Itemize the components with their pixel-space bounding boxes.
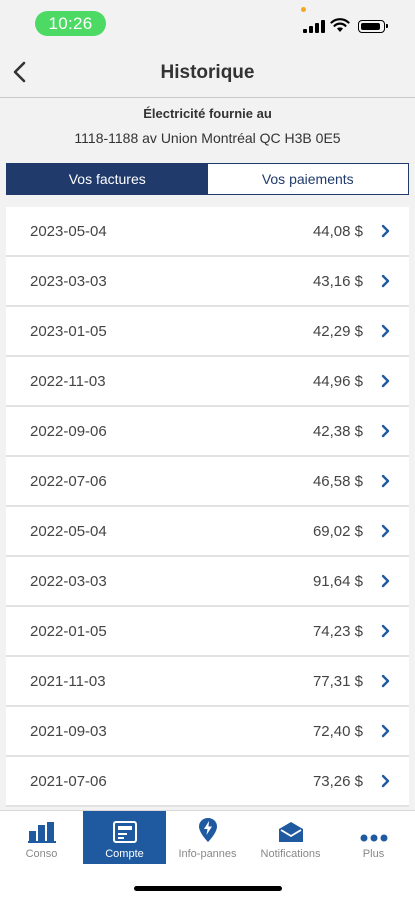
- invoice-amount: 91,64 $: [312, 572, 363, 590]
- invoice-date: 2022-07-06: [30, 472, 107, 490]
- tabbar-conso-label: Conso: [25, 848, 58, 860]
- chevron-right-icon: [381, 523, 391, 539]
- chevron-right-icon: [381, 723, 391, 739]
- privacy-indicator-dot: [301, 7, 306, 12]
- invoice-date: 2022-11-03: [30, 372, 106, 390]
- chevron-right-icon: [381, 223, 391, 239]
- tabbar-compte-label: Compte: [105, 848, 144, 860]
- wifi-icon: [330, 18, 350, 32]
- bottom-tab-bar: Conso Compte Info-pannes Notifications P…: [0, 810, 415, 900]
- invoice-row[interactable]: 2022-09-06 42,38 $: [6, 407, 409, 457]
- outage-pin-icon: [198, 818, 217, 842]
- more-dots-icon: [360, 834, 387, 842]
- service-address: Électricité fournie au 1118-1188 av Unio…: [0, 98, 415, 160]
- invoice-date: 2022-05-04: [30, 522, 107, 540]
- invoice-amount: 77,31 $: [312, 672, 363, 690]
- invoice-row[interactable]: 2022-11-03 44,96 $: [6, 357, 409, 407]
- invoice-date: 2021-09-03: [30, 722, 107, 740]
- envelope-icon: [278, 822, 303, 842]
- service-address-label: Électricité fournie au: [143, 106, 272, 121]
- home-indicator: [134, 886, 282, 891]
- status-time: 10:26: [35, 11, 106, 36]
- battery-icon: [358, 20, 388, 33]
- chevron-right-icon: [381, 373, 391, 389]
- invoice-date: 2022-03-03: [30, 572, 107, 590]
- invoice-row[interactable]: 2022-07-06 46,58 $: [6, 457, 409, 507]
- tabbar-notifications[interactable]: Notifications: [249, 811, 332, 864]
- invoice-row[interactable]: 2023-03-03 43,16 $: [6, 257, 409, 307]
- chevron-right-icon: [381, 623, 391, 639]
- chevron-right-icon: [381, 773, 391, 789]
- chevron-right-icon: [381, 323, 391, 339]
- invoice-amount: 42,38 $: [312, 422, 363, 440]
- bar-chart-icon: [27, 822, 56, 843]
- invoice-amount: 72,40 $: [312, 722, 363, 740]
- chevron-right-icon: [381, 473, 391, 489]
- navigation-bar: Historique: [0, 46, 415, 98]
- invoice-row[interactable]: 2023-01-05 42,29 $: [6, 307, 409, 357]
- chevron-right-icon: [381, 573, 391, 589]
- tab-vos-paiements[interactable]: Vos paiements: [207, 164, 408, 194]
- service-address-value: 1118-1188 av Union Montréal QC H3B 0E5: [74, 130, 341, 146]
- invoice-row[interactable]: 2022-05-04 69,02 $: [6, 507, 409, 557]
- invoice-date: 2023-05-04: [30, 222, 107, 240]
- tabbar-plus-label: Plus: [362, 848, 385, 860]
- chevron-right-icon: [381, 273, 391, 289]
- tabbar-notifications-label: Notifications: [260, 848, 321, 860]
- invoice-amount: 73,26 $: [312, 772, 363, 790]
- invoice-date: 2023-01-05: [30, 322, 107, 340]
- invoice-list: 2023-05-04 44,08 $2023-03-03 43,16 $2023-0…: [6, 207, 409, 809]
- screen: 10:26 Historique Électricité fournie au …: [0, 0, 415, 900]
- invoice-row[interactable]: 2022-03-03 91,64 $: [6, 557, 409, 607]
- chevron-right-icon: [381, 423, 391, 439]
- invoice-date: 2021-07-06: [30, 772, 107, 790]
- invoice-row[interactable]: 2021-07-06 73,26 $: [6, 757, 409, 807]
- invoice-row[interactable]: 2022-01-05 74,23 $: [6, 607, 409, 657]
- invoice-amount: 44,08 $: [312, 222, 363, 240]
- invoice-amount: 69,02 $: [312, 522, 363, 540]
- tabbar-conso[interactable]: Conso: [0, 811, 83, 864]
- invoice-row[interactable]: 2023-05-04 44,08 $: [6, 207, 409, 257]
- page-title: Historique: [160, 62, 255, 83]
- invoice-date: 2021-11-03: [30, 672, 106, 690]
- segmented-tabs: Vos factures Vos paiements: [6, 163, 409, 195]
- invoice-amount: 43,16 $: [312, 272, 363, 290]
- invoice-row[interactable]: 2021-09-03 72,40 $: [6, 707, 409, 757]
- tabbar-info-pannes-label: Info-pannes: [178, 848, 237, 860]
- tabbar-info-pannes[interactable]: Info-pannes: [166, 811, 249, 864]
- status-bar: 10:26: [0, 0, 415, 46]
- tabbar-plus[interactable]: Plus: [332, 811, 415, 864]
- bill-icon: [112, 821, 137, 843]
- invoice-amount: 42,29 $: [312, 322, 363, 340]
- invoice-date: 2022-01-05: [30, 622, 107, 640]
- invoice-date: 2023-03-03: [30, 272, 107, 290]
- invoice-row[interactable]: 2021-11-03 77,31 $: [6, 657, 409, 707]
- invoice-amount: 74,23 $: [312, 622, 363, 640]
- tabbar-compte[interactable]: Compte: [83, 811, 166, 864]
- invoice-amount: 46,58 $: [312, 472, 363, 490]
- invoice-amount: 44,96 $: [312, 372, 363, 390]
- tab-vos-factures[interactable]: Vos factures: [7, 164, 208, 194]
- cellular-signal-icon: [303, 20, 325, 33]
- chevron-right-icon: [381, 673, 391, 689]
- invoice-date: 2022-09-06: [30, 422, 107, 440]
